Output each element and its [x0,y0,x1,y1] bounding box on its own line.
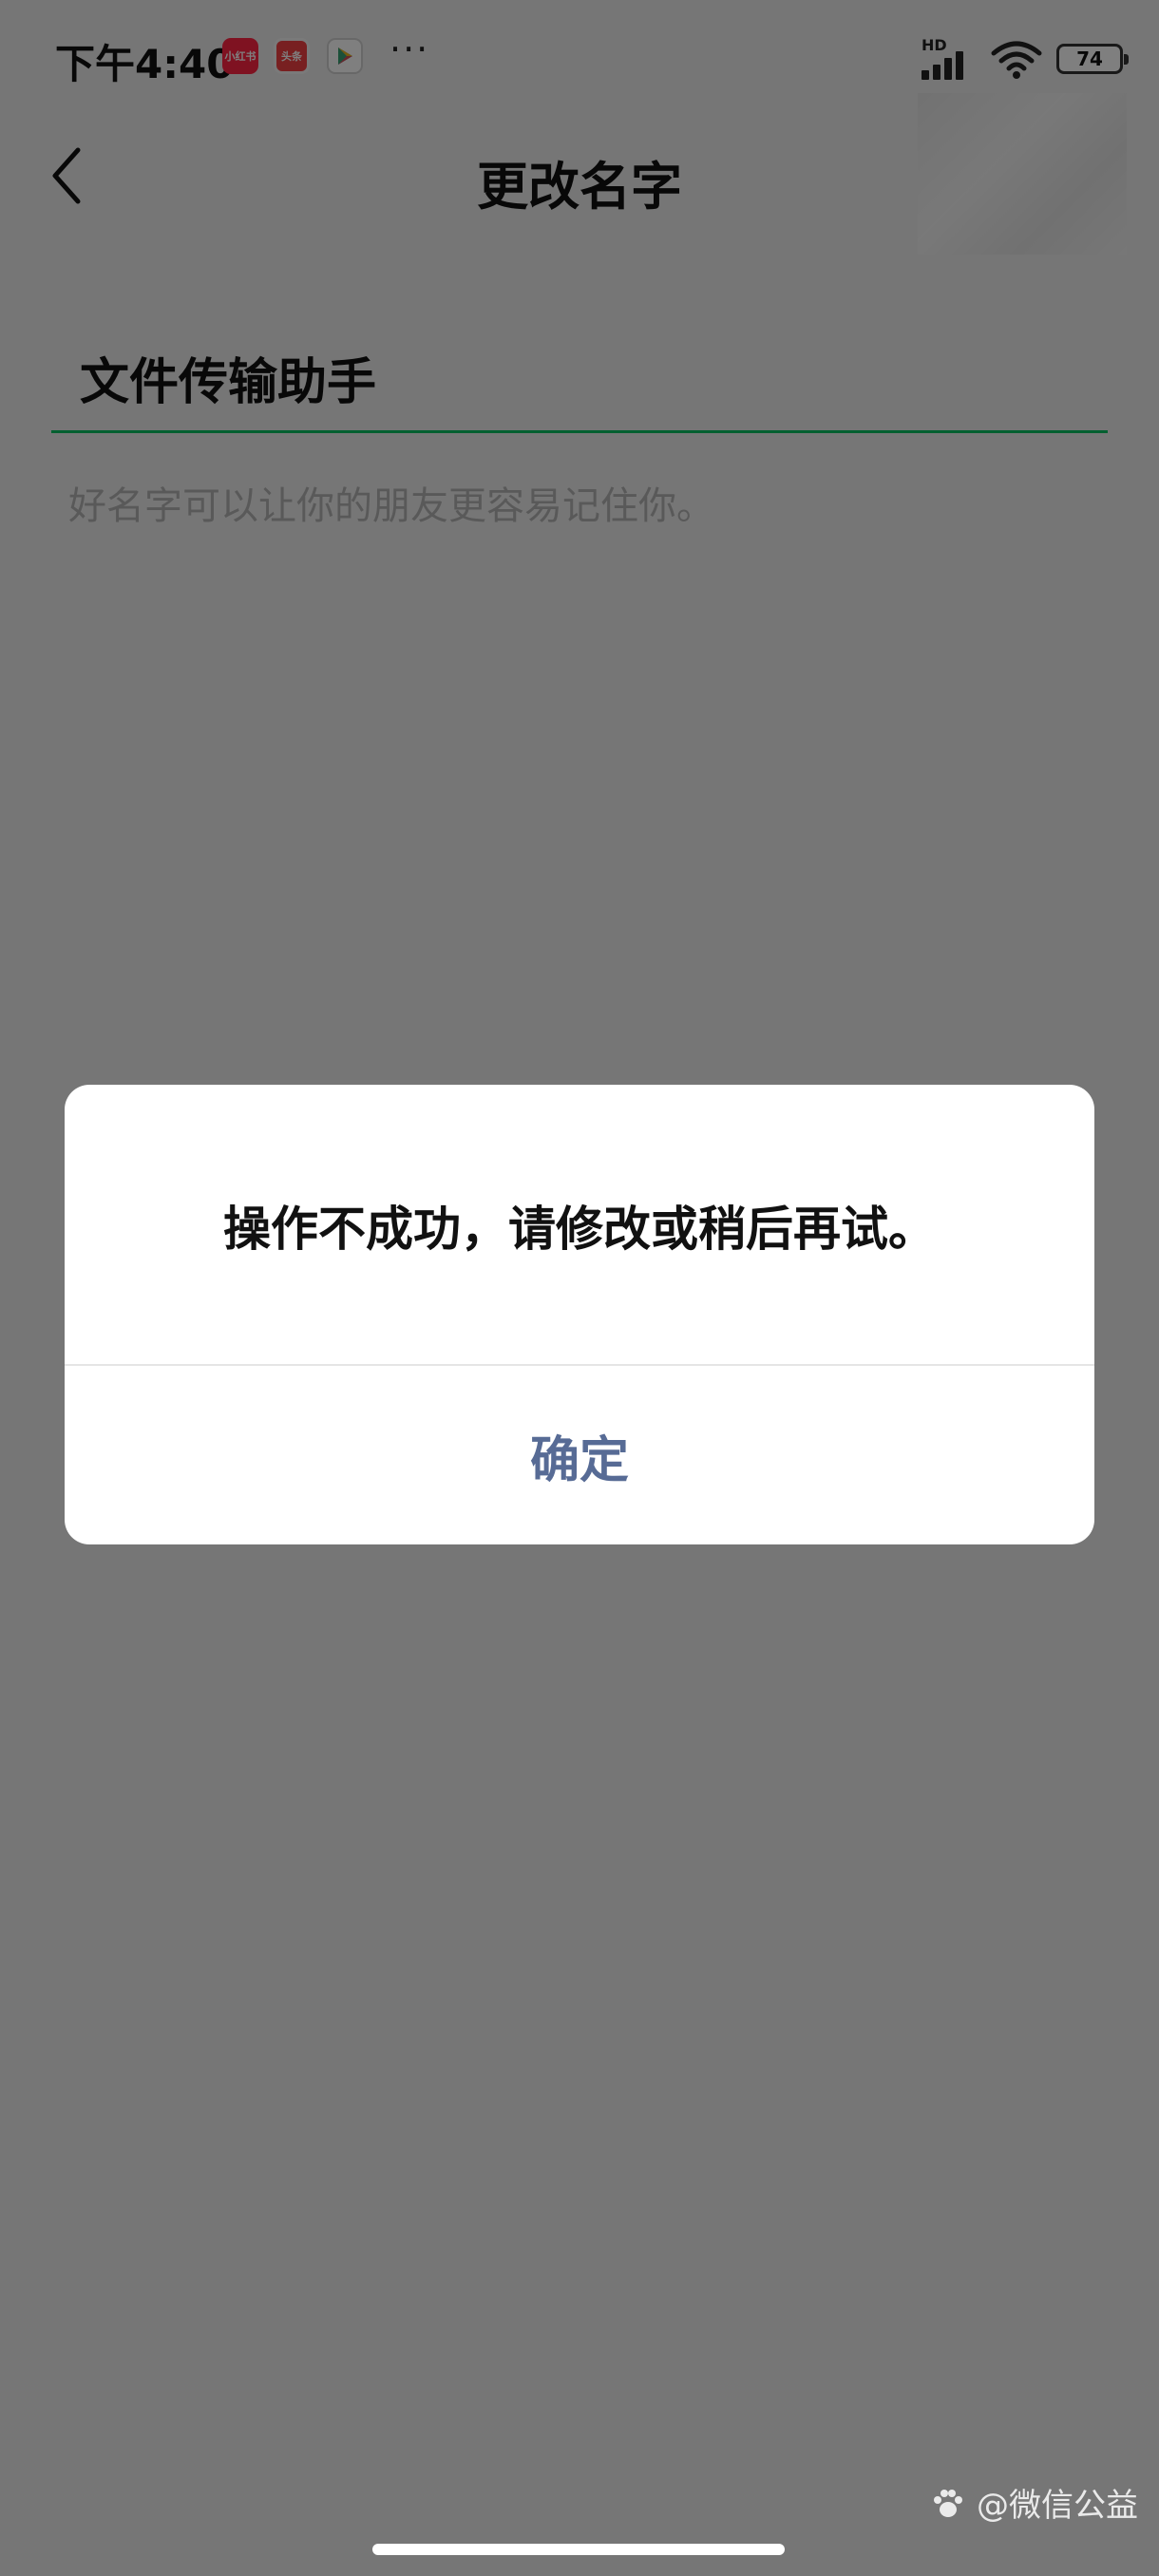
home-indicator[interactable] [372,2544,785,2555]
watermark: @微信公益 [929,2479,1138,2526]
error-dialog: 操作不成功，请修改或稍后再试。 确定 [65,1085,1094,1544]
paw-icon [934,2489,962,2517]
dialog-message: 操作不成功，请修改或稍后再试。 [223,1202,936,1257]
watermark-text: @微信公益 [977,2487,1138,2525]
confirm-button[interactable]: 确定 [65,1366,1094,1544]
